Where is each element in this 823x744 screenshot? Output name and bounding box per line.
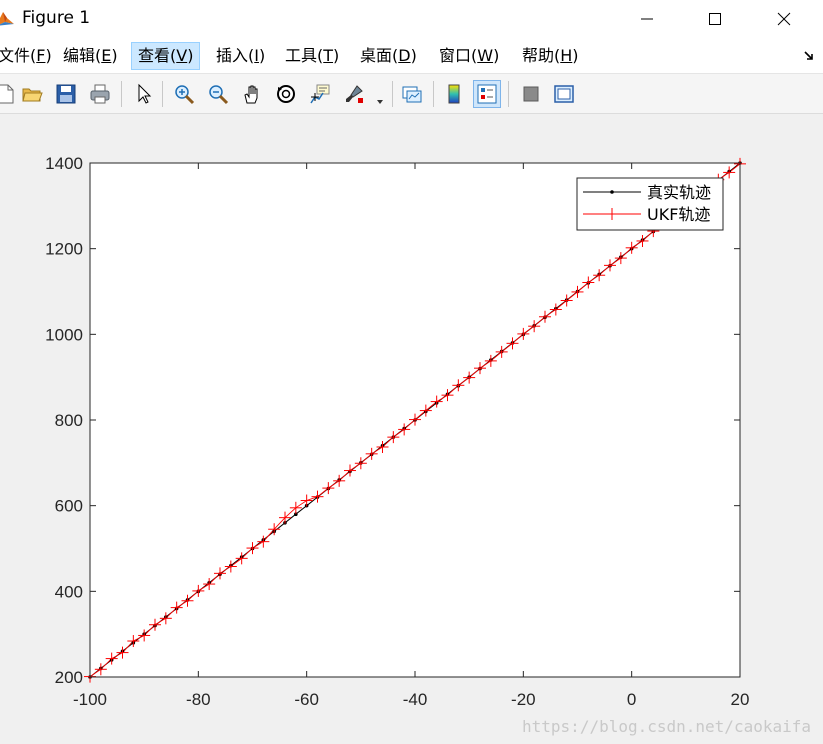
pan-button[interactable] bbox=[238, 80, 266, 108]
minimize-button[interactable] bbox=[624, 0, 670, 38]
data-cursor-icon bbox=[310, 84, 330, 104]
menu-desktop[interactable]: 桌面(D) bbox=[354, 42, 423, 70]
y-tick-label: 1400 bbox=[45, 154, 83, 173]
open-folder-icon bbox=[22, 88, 43, 102]
brush-button[interactable] bbox=[340, 80, 368, 108]
zoom-in-icon bbox=[175, 85, 195, 105]
toolbar-separator bbox=[508, 81, 509, 107]
link-plot-icon bbox=[402, 86, 422, 103]
pan-hand-icon bbox=[244, 85, 258, 104]
legend-label-ukf-track: UKF轨迹 bbox=[647, 205, 710, 224]
toolbar-separator bbox=[433, 81, 434, 107]
rotate-button[interactable] bbox=[272, 80, 300, 108]
x-tick-label: 20 bbox=[731, 690, 750, 709]
minimize-icon bbox=[641, 18, 653, 20]
x-tick-label: -80 bbox=[186, 690, 211, 709]
data-cursor-button[interactable] bbox=[306, 80, 334, 108]
print-icon bbox=[90, 84, 110, 104]
open-file-button[interactable] bbox=[18, 80, 46, 108]
matlab-logo-icon bbox=[0, 12, 14, 26]
y-tick-label: 600 bbox=[55, 497, 83, 516]
colorbar-icon bbox=[448, 84, 460, 104]
edit-plot-button[interactable] bbox=[130, 80, 158, 108]
menu-file[interactable]: 文件(F) bbox=[0, 42, 58, 70]
rotate-3d-icon bbox=[277, 85, 295, 103]
y-tick-label: 1000 bbox=[45, 325, 83, 344]
legend[interactable]: 真实轨迹 UKF轨迹 bbox=[576, 177, 724, 231]
maximize-icon bbox=[709, 13, 721, 25]
show-plot-tools-button[interactable] bbox=[550, 80, 578, 108]
plot-svg[interactable]: -100 -80 -60 -40 -20 0 20 200 400 600 800 1000 1200 1… bbox=[0, 115, 823, 744]
brush-icon bbox=[346, 85, 363, 103]
legend-marker-true-track bbox=[610, 190, 614, 194]
y-tick-label: 1200 bbox=[45, 240, 83, 259]
x-tick-label: -20 bbox=[511, 690, 536, 709]
save-icon bbox=[56, 84, 76, 104]
toolbar-separator bbox=[162, 81, 163, 107]
window-title: Figure 1 bbox=[22, 8, 91, 28]
new-figure-button[interactable] bbox=[0, 80, 20, 108]
menu-help[interactable]: 帮助(H) bbox=[516, 42, 585, 70]
chevron-down-icon bbox=[377, 100, 383, 104]
legend-label-true-track: 真实轨迹 bbox=[647, 183, 711, 202]
new-file-icon bbox=[0, 84, 14, 104]
figure-window: Figure 1 文件(F) 编辑(E) 查看(V) 插入(I) 工具(T) 桌… bbox=[0, 0, 823, 744]
title-bar[interactable]: Figure 1 bbox=[0, 0, 823, 38]
hide-plot-tools-icon bbox=[523, 86, 539, 102]
toolbar-separator bbox=[121, 81, 122, 107]
figure-toolbar bbox=[0, 74, 823, 114]
print-button[interactable] bbox=[86, 80, 114, 108]
show-plot-tools-icon bbox=[554, 85, 574, 103]
menu-tools[interactable]: 工具(T) bbox=[279, 42, 345, 70]
y-tick-label: 800 bbox=[55, 411, 83, 430]
dock-figure-button[interactable] bbox=[801, 48, 817, 64]
y-tick-label: 200 bbox=[55, 668, 83, 687]
pointer-icon bbox=[138, 83, 152, 104]
zoom-out-icon bbox=[209, 85, 229, 105]
toolbar-separator bbox=[392, 81, 393, 107]
menu-edit[interactable]: 编辑(E) bbox=[57, 42, 124, 70]
hide-plot-tools-button[interactable] bbox=[517, 80, 545, 108]
figure-canvas: -100 -80 -60 -40 -20 0 20 200 400 600 800 1000 1200 1… bbox=[0, 115, 823, 744]
close-button[interactable] bbox=[761, 0, 807, 38]
y-tick-label: 400 bbox=[55, 582, 83, 601]
close-icon bbox=[777, 12, 791, 26]
watermark-text: https://blog.csdn.net/caokaifa bbox=[522, 717, 811, 736]
x-tick-label: -100 bbox=[73, 690, 107, 709]
dock-arrow-icon bbox=[804, 51, 813, 60]
insert-colorbar-button[interactable] bbox=[440, 80, 468, 108]
menu-window[interactable]: 窗口(W) bbox=[433, 42, 505, 70]
menu-insert[interactable]: 插入(I) bbox=[210, 42, 271, 70]
insert-legend-button[interactable] bbox=[473, 80, 501, 108]
brush-dropdown-button[interactable] bbox=[375, 91, 385, 104]
x-tick-label: 0 bbox=[627, 690, 636, 709]
maximize-button[interactable] bbox=[692, 0, 738, 38]
menu-bar: 文件(F) 编辑(E) 查看(V) 插入(I) 工具(T) 桌面(D) 窗口(W… bbox=[0, 38, 823, 74]
legend-icon bbox=[477, 84, 497, 104]
zoom-out-button[interactable] bbox=[204, 80, 232, 108]
zoom-in-button[interactable] bbox=[170, 80, 198, 108]
save-button[interactable] bbox=[52, 80, 80, 108]
menu-view[interactable]: 查看(V) bbox=[131, 42, 201, 70]
x-tick-label: -40 bbox=[403, 690, 428, 709]
link-plot-button[interactable] bbox=[398, 80, 426, 108]
x-tick-label: -60 bbox=[294, 690, 319, 709]
